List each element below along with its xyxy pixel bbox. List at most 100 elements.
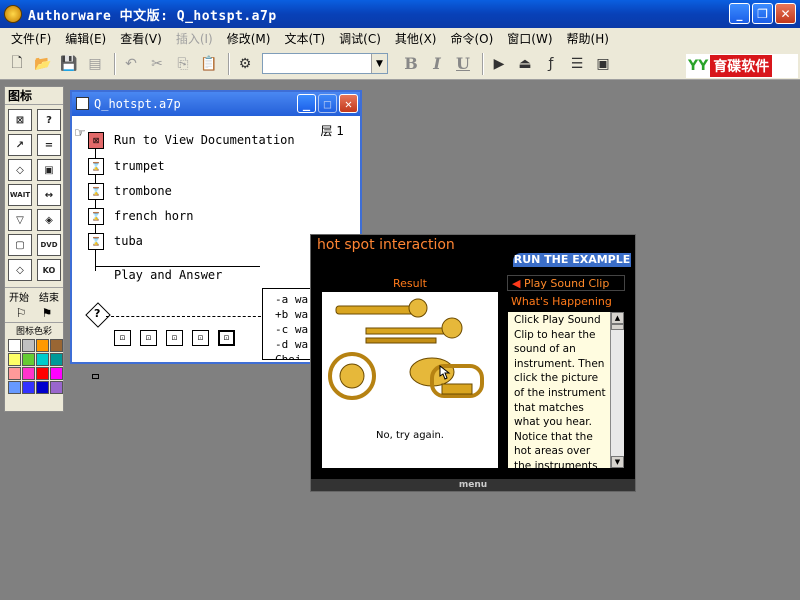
color-swatch[interactable]	[8, 367, 21, 380]
color-swatch[interactable]	[50, 353, 63, 366]
movie-icon[interactable]: ↔	[37, 184, 61, 206]
knowledge-object-icon[interactable]: KO	[37, 259, 61, 281]
functions-icon[interactable]: ƒ	[540, 53, 562, 75]
instruments-image[interactable]	[322, 294, 498, 414]
display-icon[interactable]: ⊠	[8, 109, 32, 131]
color-swatch[interactable]	[50, 367, 63, 380]
dvd-icon[interactable]: DVD	[37, 234, 61, 256]
restart-icon[interactable]: ▶	[488, 53, 510, 75]
menu-debug[interactable]: 调试(C)	[332, 30, 388, 47]
color-swatch[interactable]	[22, 381, 35, 394]
import-icon[interactable]: ▤	[84, 53, 106, 75]
flowline-minimize-button[interactable]: _	[297, 94, 316, 113]
color-swatch[interactable]	[22, 339, 35, 352]
flow-icon-french-horn[interactable]: ⌛	[88, 208, 104, 225]
framework-icon[interactable]: ▢	[8, 234, 32, 256]
flow-icon-trombone[interactable]: ⌛	[88, 183, 104, 200]
trumpet-hotspot[interactable]	[335, 298, 428, 318]
flow-icon-trumpet[interactable]: ⌛	[88, 158, 104, 175]
trombone-hotspot[interactable]	[365, 317, 463, 344]
bold-button[interactable]: B	[400, 53, 422, 75]
play-sound-clip-button[interactable]: ◀ Play Sound Clip	[507, 275, 625, 291]
menu-view[interactable]: 查看(V)	[113, 30, 169, 47]
scroll-thumb[interactable]	[611, 324, 624, 330]
brand-text: 育碟软件	[710, 55, 773, 77]
menu-modify[interactable]: 修改(M)	[220, 30, 278, 47]
interaction-icon[interactable]: ?	[37, 109, 61, 131]
interaction-label[interactable]: Play and Answer	[114, 268, 222, 282]
color-swatch[interactable]	[22, 353, 35, 366]
new-file-icon[interactable]: 🗋	[6, 53, 28, 75]
undo-icon[interactable]: ↶	[120, 53, 142, 75]
color-swatch[interactable]	[8, 339, 21, 352]
menu-commands[interactable]: 命令(O)	[443, 30, 500, 47]
icon-colors-label: 图标色彩	[5, 322, 63, 337]
branch-icon-a[interactable]: ⊡	[114, 330, 131, 346]
color-swatch[interactable]	[36, 367, 49, 380]
menu-text[interactable]: 文本(T)	[277, 30, 332, 47]
end-flag-icon[interactable]: ⚑	[42, 306, 53, 320]
copy-icon[interactable]: ⎘	[172, 53, 194, 75]
find-icon[interactable]: ⚙	[234, 53, 256, 75]
color-swatch[interactable]	[8, 353, 21, 366]
color-swatch[interactable]	[36, 339, 49, 352]
color-swatch[interactable]	[36, 381, 49, 394]
paste-icon[interactable]: 📋	[198, 53, 220, 75]
menu-xtras[interactable]: 其他(X)	[388, 30, 444, 47]
color-swatch[interactable]	[50, 381, 63, 394]
variables-icon[interactable]: ☰	[566, 53, 588, 75]
minimize-button[interactable]: _	[729, 3, 750, 24]
erase-icon[interactable]: ◇	[8, 159, 32, 181]
navigate-icon[interactable]: ▣	[37, 159, 61, 181]
knowledge-objects-icon[interactable]: ▣	[592, 53, 614, 75]
flowline-title: Q_hotspt.a7p	[94, 97, 181, 111]
italic-button[interactable]: I	[426, 53, 448, 75]
color-swatch[interactable]	[22, 367, 35, 380]
menu-edit[interactable]: 编辑(E)	[58, 30, 113, 47]
font-style-dropdown[interactable]: ▼	[262, 53, 388, 74]
run-example-tab[interactable]: RUN THE EXAMPLE	[513, 253, 631, 267]
whats-happening-scrollbar[interactable]: ▲ ▼	[610, 312, 624, 468]
decision-icon[interactable]: ▽	[8, 209, 32, 231]
whats-happening-text: Click Play Sound Clip to hear the sound …	[507, 311, 625, 469]
branch-icon-b[interactable]: ⊡	[140, 330, 157, 346]
close-button[interactable]: ✕	[775, 3, 796, 24]
color-swatch[interactable]	[8, 381, 21, 394]
sound-icon[interactable]: ◈	[37, 209, 61, 231]
branch-icon-c[interactable]: ⊡	[166, 330, 183, 346]
underline-button[interactable]: U	[452, 53, 474, 75]
scroll-down-icon[interactable]: ▼	[611, 456, 624, 468]
flow-label-tuba[interactable]: tuba	[114, 234, 143, 248]
control-panel-icon[interactable]: ⏏	[514, 53, 536, 75]
flow-label-trombone[interactable]: trombone	[114, 184, 172, 198]
wait-icon[interactable]: WAIT	[8, 184, 32, 206]
menu-file[interactable]: 文件(F)	[4, 30, 58, 47]
flow-icon-tuba[interactable]: ⌛	[88, 233, 104, 250]
color-swatch[interactable]	[50, 339, 63, 352]
menu-footer-button[interactable]: menu	[311, 479, 635, 491]
presentation-window: hot spot interaction RUN THE EXAMPLE Res…	[310, 234, 636, 492]
map-icon[interactable]: ◇	[8, 259, 32, 281]
flow-label-documentation[interactable]: Run to View Documentation	[114, 133, 295, 147]
menu-window[interactable]: 窗口(W)	[500, 30, 559, 47]
french-horn-hotspot[interactable]	[328, 352, 376, 400]
flowline-maximize-button[interactable]: □	[318, 94, 337, 113]
motion-icon[interactable]: ↗	[8, 134, 32, 156]
flow-label-trumpet[interactable]: trumpet	[114, 159, 165, 173]
save-all-icon[interactable]: 💾	[58, 53, 80, 75]
menu-help[interactable]: 帮助(H)	[560, 30, 616, 47]
start-flag-icon[interactable]: ⚐	[16, 306, 27, 320]
calculation-icon[interactable]: =	[37, 134, 61, 156]
color-swatch[interactable]	[36, 353, 49, 366]
branch-icon-choice[interactable]: ⊡	[218, 330, 235, 346]
cut-icon[interactable]: ✂	[146, 53, 168, 75]
flowline-close-button[interactable]: ✕	[339, 94, 358, 113]
flow-label-french-horn[interactable]: french horn	[114, 209, 193, 223]
scroll-up-icon[interactable]: ▲	[611, 312, 624, 324]
open-file-icon[interactable]: 📂	[32, 53, 54, 75]
menu-insert[interactable]: 插入(I)	[169, 30, 220, 47]
branch-icon-d[interactable]: ⊡	[192, 330, 209, 346]
chevron-down-icon[interactable]: ▼	[371, 54, 387, 73]
restore-button[interactable]: ❐	[752, 3, 773, 24]
flow-icon-documentation[interactable]: ⊠	[88, 132, 104, 149]
